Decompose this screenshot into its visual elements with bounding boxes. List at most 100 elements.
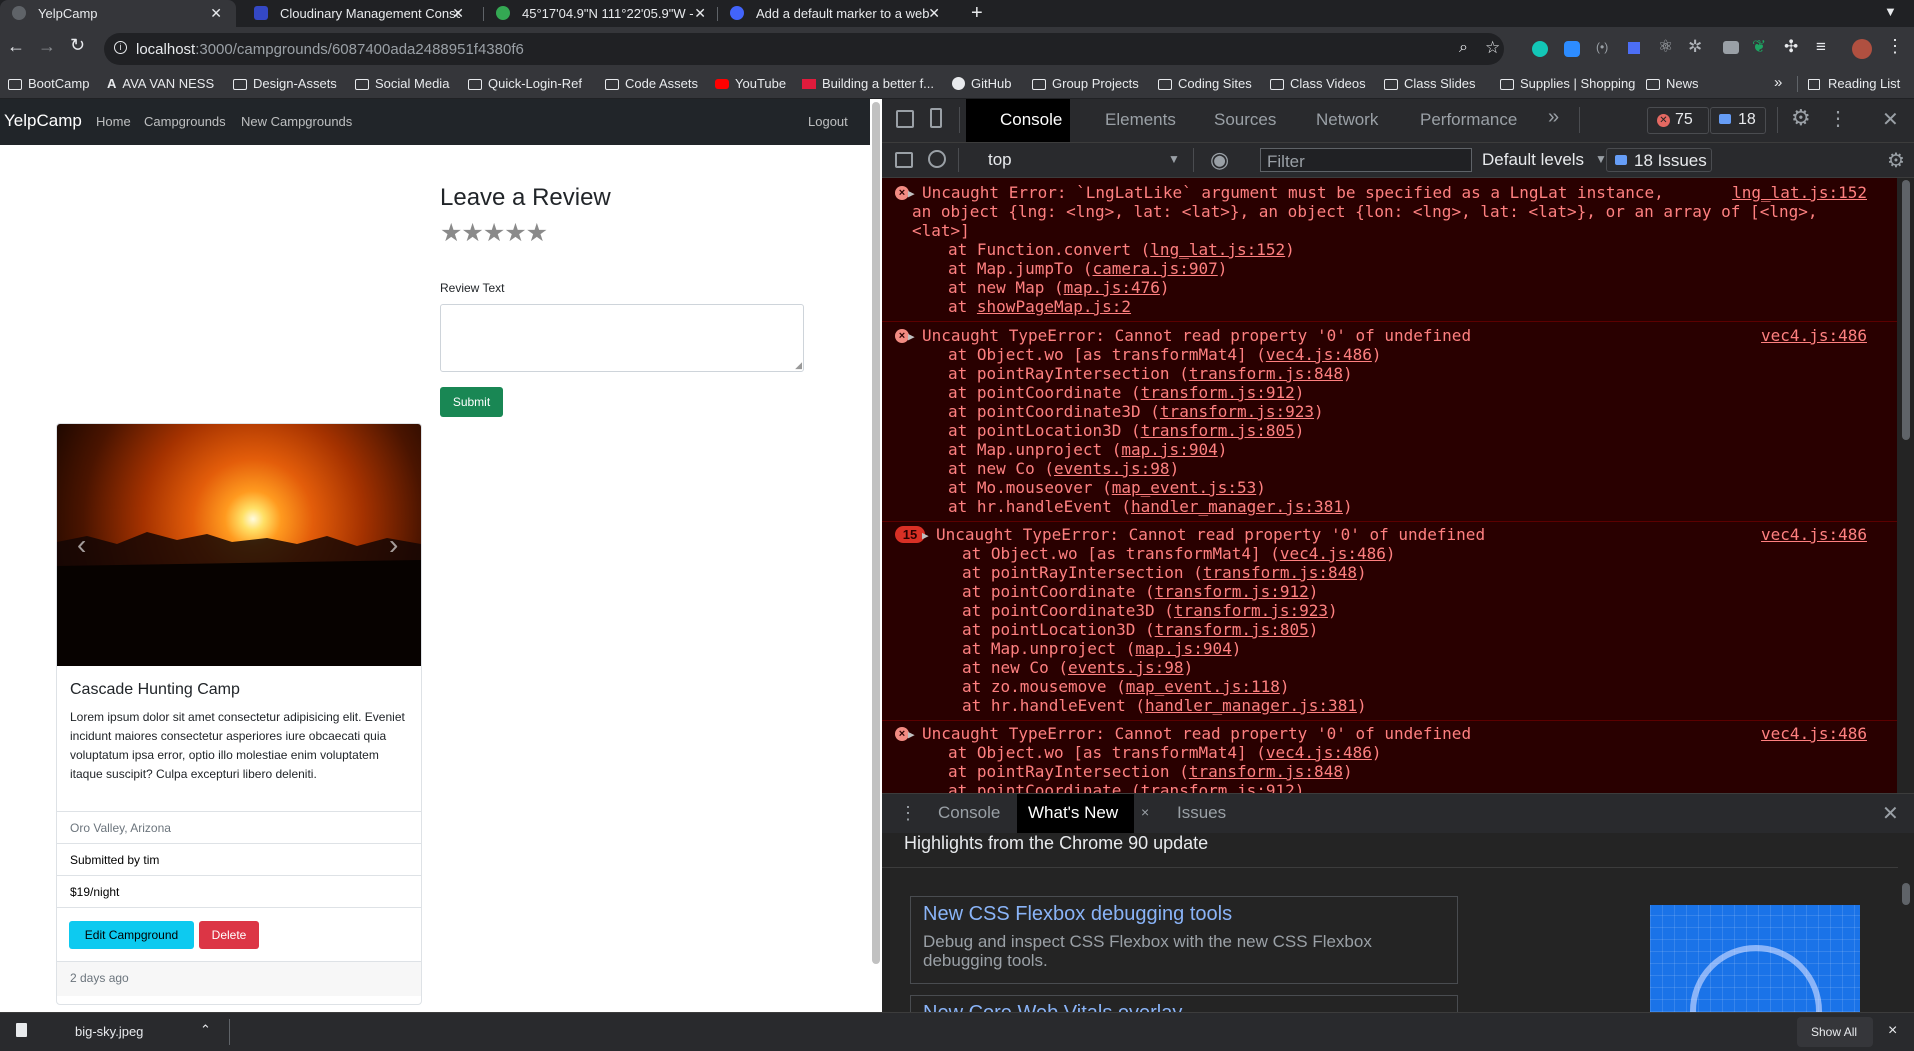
console-filter-input[interactable]: Filter [1260,148,1472,172]
info-icon[interactable]: i [114,41,127,54]
error-count-badge[interactable]: ✕ 75 [1647,107,1709,134]
tab-search-icon[interactable]: ▼ [1884,4,1897,19]
submit-review-button[interactable]: Submit [440,387,503,417]
whats-new-item-web-vitals[interactable]: New Core Web Vitals overlay [910,995,1458,1012]
expand-triangle-icon[interactable]: ▶ [908,725,915,744]
new-tab-button[interactable]: + [971,2,983,25]
tab-cloudinary[interactable]: Cloudinary Management Conso ✕ [242,0,478,27]
stack-frame-link[interactable]: transform.js:805 [1141,421,1295,440]
drawer-scrollbar[interactable] [1898,833,1914,1012]
bookmark-star-icon[interactable]: ☆ [1485,38,1500,58]
bookmarks-overflow-button[interactable]: » [1774,74,1782,91]
stack-frame-link[interactable]: transform.js:912 [1141,383,1295,402]
live-expression-eye-icon[interactable]: ◉ [1210,147,1229,173]
stack-frame-link[interactable]: map_event.js:118 [1126,677,1280,696]
context-dropdown-icon[interactable]: ▼ [1168,152,1180,166]
console-error-entry[interactable]: × ▶ Uncaught TypeError: Cannot read proper… [882,721,1897,793]
bookmark-bootcamp[interactable]: BootCamp [8,76,89,91]
download-options-chevron-icon[interactable]: ⌃ [200,1022,211,1038]
clear-console-icon[interactable] [928,150,946,168]
profile-avatar[interactable] [1852,39,1872,59]
extension-camera-icon[interactable] [1723,41,1739,54]
error-source-link[interactable]: lng_lat.js:152 [1724,183,1867,202]
more-menu-icon[interactable]: ⋮ [1886,36,1904,57]
stack-frame-link[interactable]: handler_manager.js:381 [1145,696,1357,715]
issues-button[interactable]: 18 Issues [1606,148,1712,172]
tab-google-maps[interactable]: 45°17'04.9"N 111°22'05.9"W - ✕ [484,0,720,27]
stack-frame-link[interactable]: events.js:98 [1054,459,1170,478]
extension-zoom-icon[interactable] [1564,41,1580,57]
stack-frame-link[interactable]: camera.js:907 [1093,259,1218,278]
reading-list-button[interactable]: Reading List [1808,76,1900,91]
devtools-menu-icon[interactable]: ⋮ [1828,106,1848,131]
show-all-downloads-button[interactable]: Show All [1797,1017,1873,1047]
device-toolbar-icon[interactable] [930,108,942,128]
bookmark-class-slides[interactable]: Class Slides [1384,76,1476,91]
whats-new-item-title[interactable]: New Core Web Vitals overlay [923,1002,1182,1012]
bookmark-code-assets[interactable]: Code Assets [605,76,698,91]
extensions-puzzle-icon[interactable]: ✣ [1784,37,1798,57]
carousel-next-button[interactable]: › [389,529,398,561]
bookmark-coding-sites[interactable]: Coding Sites [1158,76,1252,91]
expand-triangle-icon[interactable]: ▶ [908,327,915,346]
edit-campground-button[interactable]: Edit Campground [69,921,194,949]
extension-html-icon[interactable]: (•) [1596,40,1608,54]
stack-frame-link[interactable]: transform.js:848 [1189,364,1343,383]
bookmark-youtube[interactable]: YouTube [715,76,786,91]
bookmark-design-assets[interactable]: Design-Assets [233,76,337,91]
inspect-element-icon[interactable] [896,110,914,128]
reload-icon[interactable]: ↻ [70,35,85,56]
stack-frame-link[interactable]: events.js:98 [1068,658,1184,677]
devtools-tab-performance[interactable]: Performance [1420,110,1517,130]
devtools-tab-elements[interactable]: Elements [1105,110,1176,130]
stack-frame-link[interactable]: transform.js:848 [1189,762,1343,781]
extension-react-icon[interactable]: ⚛ [1658,37,1673,57]
nav-link-logout[interactable]: Logout [808,114,848,129]
stack-frame-link[interactable]: transform.js:805 [1155,620,1309,639]
devtools-tab-console[interactable]: Console [1000,110,1062,130]
settings-gear-icon[interactable]: ⚙ [1791,105,1811,131]
devtools-tab-sources[interactable]: Sources [1214,110,1276,130]
page-scrollbar[interactable] [870,99,882,1012]
bookmark-group-projects[interactable]: Group Projects [1032,76,1139,91]
forward-icon[interactable]: → [38,36,56,57]
console-error-entry[interactable]: 15 ▶ Uncaught TypeError: Cannot read prope… [882,522,1897,721]
close-downloads-bar-icon[interactable]: × [1888,1022,1897,1040]
console-settings-icon[interactable]: ⚙ [1887,148,1905,173]
bookmark-news[interactable]: News [1646,76,1699,91]
tab-mapbox-docs[interactable]: Add a default marker to a web ✕ [718,0,954,27]
close-whats-new-icon[interactable]: × [1141,804,1149,820]
stack-frame-link[interactable]: transform.js:923 [1174,601,1328,620]
nav-link-campgrounds[interactable]: Campgrounds [144,114,226,129]
back-icon[interactable]: ← [7,36,25,57]
bookmark-github[interactable]: GitHub [952,76,1011,91]
navbar-brand[interactable]: YelpCamp [4,111,82,131]
stack-frame-link[interactable]: map.js:476 [1064,278,1160,297]
extension-grammarly-icon[interactable] [1532,41,1548,57]
console-scrollbar[interactable] [1898,178,1914,793]
bookmark-quick-login-ref[interactable]: Quick-Login-Ref [468,76,582,91]
stack-frame-link[interactable]: vec4.js:486 [1266,345,1372,364]
close-devtools-icon[interactable]: ✕ [1882,107,1899,132]
zoom-icon[interactable]: ⌕ [1459,39,1468,57]
expand-triangle-icon[interactable]: ▶ [908,184,915,203]
drawer-tab-console[interactable]: Console [938,803,1000,823]
download-filename[interactable]: big-sky.jpeg [75,1024,143,1039]
stack-frame-link[interactable]: vec4.js:486 [1280,544,1386,563]
bookmark-building-better[interactable]: Building a better f... [802,76,934,91]
scrollbar-thumb[interactable] [1902,180,1910,440]
more-tabs-button[interactable]: » [1548,106,1559,129]
stack-frame-link[interactable]: transform.js:923 [1160,402,1314,421]
drawer-menu-icon[interactable]: ⋮ [899,803,917,824]
close-drawer-icon[interactable]: ✕ [1882,801,1899,826]
stack-frame-link[interactable]: showPageMap.js:2 [977,297,1131,316]
star-rating-input[interactable]: ★★★★★ [440,218,548,248]
scrollbar-thumb[interactable] [1902,883,1910,905]
drawer-tab-whats-new[interactable]: What's New [1028,803,1118,823]
console-error-entry[interactable]: × ▶ Uncaught Error: `LngLatLike` argument … [882,180,1897,322]
stack-frame-link[interactable]: map.js:904 [1121,440,1217,459]
nav-link-new-campgrounds[interactable]: New Campgrounds [241,114,352,129]
stack-frame-link[interactable]: transform.js:912 [1141,781,1295,793]
nav-link-home[interactable]: Home [96,114,131,129]
address-bar[interactable]: i localhost:3000/campgrounds/6087400ada2… [104,33,1504,65]
